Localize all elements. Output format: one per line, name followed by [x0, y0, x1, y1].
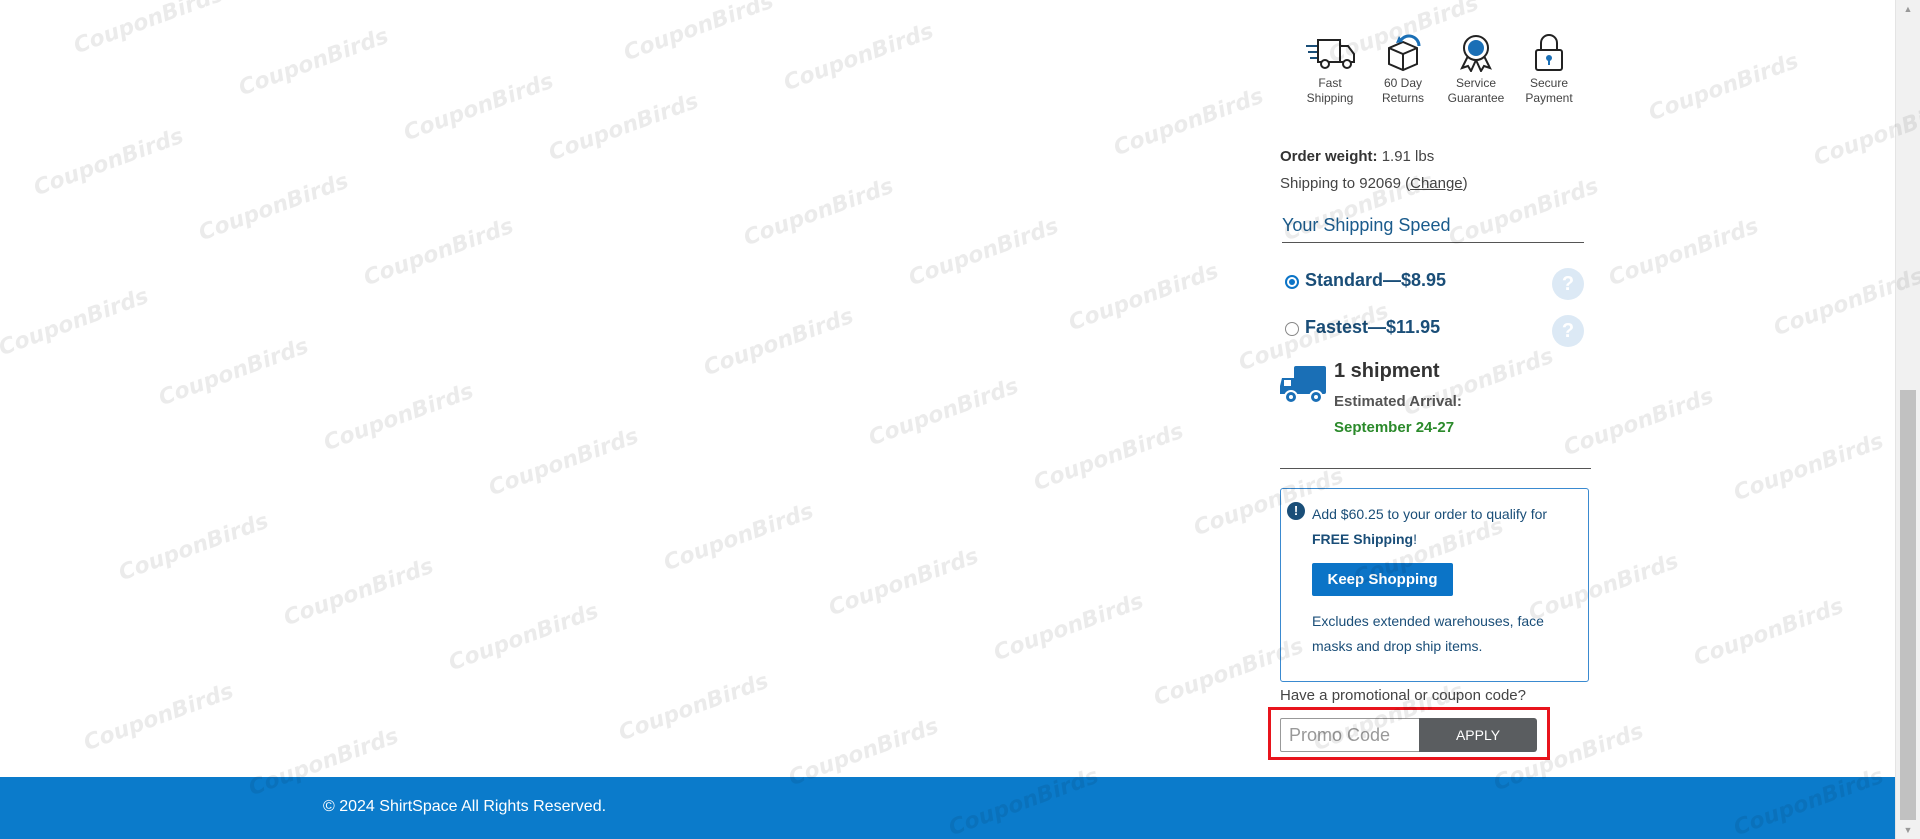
watermark-text: CouponBirds: [155, 333, 312, 412]
promo-question: Have a promotional or coupon code?: [1280, 687, 1526, 704]
watermark-text: CouponBirds: [1560, 383, 1717, 462]
watermark-text: CouponBirds: [865, 373, 1022, 452]
service-ribbon-icon: [1460, 35, 1492, 72]
watermark-text: CouponBirds: [235, 23, 392, 102]
watermark-layer: CouponBirds CouponBirds CouponBirds Coup…: [0, 0, 1920, 839]
scroll-down-arrow-icon[interactable]: ▼: [1896, 821, 1920, 839]
copyright-text: © 2024 ShirtSpace All Rights Reserved.: [323, 798, 607, 815]
watermark-text: CouponBirds: [905, 213, 1062, 292]
watermark-text: CouponBirds: [445, 598, 602, 677]
watermark-text: CouponBirds: [280, 553, 437, 632]
watermark-text: CouponBirds: [780, 18, 937, 97]
watermark-text: CouponBirds: [660, 498, 817, 577]
watermark-text: CouponBirds: [360, 213, 517, 292]
free-shipping-prefix: Add $60.25 to your order to qualify for: [1312, 506, 1548, 522]
free-shipping-bold: FREE Shipping: [1312, 531, 1414, 547]
returns-box-icon: [1388, 34, 1421, 72]
benefit-label-line1: Fast: [1318, 76, 1342, 90]
fast-shipping-truck-icon: [1306, 39, 1355, 69]
watermark-text: CouponBirds: [115, 508, 272, 587]
watermark-text: CouponBirds: [1030, 418, 1187, 497]
benefit-service: Service Guarantee: [1440, 32, 1512, 106]
watermark-text: CouponBirds: [825, 543, 982, 622]
watermark-text: CouponBirds: [990, 588, 1147, 667]
benefit-fast-shipping: Fast Shipping: [1294, 32, 1366, 106]
free-shipping-notice: ! Add $60.25 to your order to qualify fo…: [1280, 488, 1589, 682]
watermark-text: CouponBirds: [740, 173, 897, 252]
apply-promo-button[interactable]: APPLY: [1419, 718, 1537, 752]
watermark-text: CouponBirds: [400, 68, 557, 147]
promo-code-input[interactable]: Promo Code: [1280, 718, 1420, 752]
watermark-text: CouponBirds: [700, 303, 857, 382]
exclamation-icon: !: [1287, 502, 1305, 520]
watermark-text: CouponBirds: [320, 378, 477, 457]
benefit-returns: 60 Day Returns: [1367, 32, 1439, 106]
watermark-text: CouponBirds: [1645, 48, 1802, 127]
shipping-option-standard[interactable]: Standard—$8.95 ?: [1285, 268, 1585, 302]
shipping-destination: Shipping to 92069 (Change): [1280, 175, 1468, 192]
scroll-up-arrow-icon[interactable]: ▲: [1896, 0, 1920, 18]
watermark-text: CouponBirds: [620, 0, 777, 67]
watermark-text: CouponBirds: [30, 123, 187, 202]
delivery-truck-icon: [1280, 366, 1326, 404]
estimated-arrival-label: Estimated Arrival:: [1334, 393, 1462, 410]
benefit-label-line1: 60 Day: [1383, 76, 1423, 90]
padlock-icon: [1535, 34, 1563, 71]
shipping-option-fastest[interactable]: Fastest—$11.95 ?: [1285, 315, 1585, 349]
watermark-text: CouponBirds: [545, 88, 702, 167]
site-footer: © 2024 ShirtSpace All Rights Reserved.: [0, 777, 1895, 839]
watermark-text: CouponBirds: [1110, 83, 1267, 162]
watermark-text: CouponBirds: [615, 668, 772, 747]
benefit-label-line1: Secure: [1529, 76, 1569, 90]
watermark-text: CouponBirds: [70, 0, 227, 60]
shipping-to-text: Shipping to 92069 (: [1280, 175, 1411, 192]
keep-shopping-button[interactable]: Keep Shopping: [1312, 563, 1453, 596]
scrollbar-thumb[interactable]: [1900, 390, 1916, 820]
benefit-label-line2: Shipping: [1306, 91, 1354, 105]
watermark-text: CouponBirds: [485, 423, 642, 502]
benefit-secure-payment: Secure Payment: [1513, 32, 1585, 106]
watermark-text: CouponBirds: [195, 168, 352, 247]
order-weight-value: 1.91 lbs: [1381, 148, 1435, 165]
vertical-scrollbar[interactable]: ▲ ▼: [1895, 0, 1920, 839]
section-divider: [1280, 468, 1591, 469]
fastest-help-icon[interactable]: ?: [1552, 315, 1584, 347]
watermark-text: CouponBirds: [1730, 428, 1887, 507]
change-zip-link[interactable]: Change: [1410, 175, 1463, 192]
free-shipping-suffix: !: [1413, 531, 1417, 547]
benefits-row: Fast Shipping 60 Day Returns Service Gua…: [1280, 32, 1590, 122]
shipping-to-close: ): [1462, 175, 1468, 192]
benefit-label-line2: Payment: [1525, 91, 1573, 105]
watermark-text: CouponBirds: [1605, 213, 1762, 292]
watermark-text: CouponBirds: [0, 283, 152, 362]
checkout-page: Fast Shipping 60 Day Returns Service Gua…: [0, 0, 1920, 839]
benefit-label-line2: Returns: [1381, 91, 1425, 105]
benefit-label-line1: Service: [1455, 76, 1496, 90]
free-shipping-exclusions: Excludes extended warehouses, face masks…: [1312, 613, 1544, 654]
free-shipping-message: Add $60.25 to your order to qualify for …: [1312, 502, 1582, 552]
order-weight: Order weight: 1.91 lbs: [1280, 148, 1434, 165]
standard-radio[interactable]: [1285, 275, 1299, 289]
fastest-radio[interactable]: [1285, 322, 1299, 336]
watermark-text: CouponBirds: [80, 678, 237, 757]
watermark-text: CouponBirds: [1690, 593, 1847, 672]
fastest-option-label[interactable]: Fastest—$11.95: [1305, 317, 1440, 338]
standard-option-label[interactable]: Standard—$8.95: [1305, 270, 1446, 291]
order-weight-label: Order weight:: [1280, 148, 1378, 165]
estimated-arrival-date: September 24-27: [1334, 419, 1455, 436]
shipping-speed-heading: Your Shipping Speed: [1282, 215, 1584, 243]
standard-help-icon[interactable]: ?: [1552, 268, 1584, 300]
watermark-text: CouponBirds: [1065, 258, 1222, 337]
shipment-count: 1 shipment: [1334, 360, 1440, 382]
benefit-label-line2: Guarantee: [1447, 91, 1505, 105]
shipment-estimate: 1 shipment Estimated Arrival: September …: [1280, 358, 1580, 448]
